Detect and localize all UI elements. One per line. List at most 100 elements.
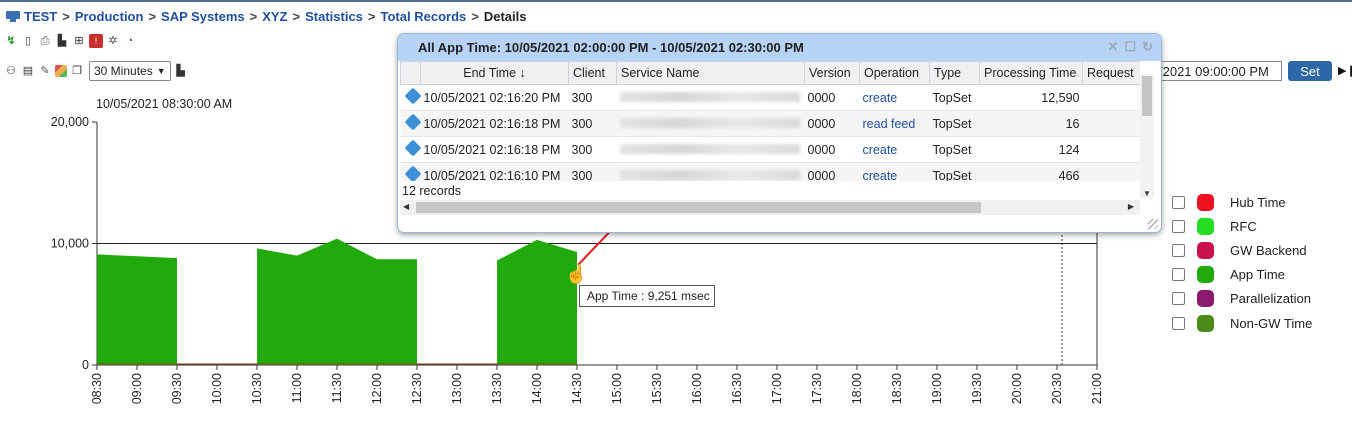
- legend-item-gw-backend[interactable]: GW Backend: [1172, 238, 1312, 262]
- x-tick-label: 10:00: [210, 373, 224, 404]
- column-header-end-time[interactable]: End Time ↓: [420, 61, 569, 85]
- table-row[interactable]: 10/05/2021 02:16:20 PM 300 0000 create T…: [400, 84, 1140, 111]
- cell-operation[interactable]: create: [859, 162, 930, 182]
- legend-label: Non-GW Time: [1230, 315, 1313, 331]
- legend-item-app-time[interactable]: App Time: [1172, 263, 1312, 287]
- column-header-operation[interactable]: Operation: [859, 61, 930, 85]
- legend-checkbox[interactable]: [1172, 195, 1185, 209]
- legend-item-non-gw-time[interactable]: Non-GW Time: [1172, 311, 1312, 335]
- x-tick-label: 20:00: [1010, 373, 1024, 404]
- legend-swatch: [1197, 314, 1214, 332]
- row-detail-icon[interactable]: [400, 162, 421, 181]
- app-time-area: [497, 239, 577, 365]
- x-tick-label: 21:00: [1090, 373, 1104, 404]
- cell-version: 0000: [804, 136, 860, 163]
- column-header-icon: [400, 61, 421, 85]
- cell-operation[interactable]: create: [859, 84, 930, 111]
- x-tick-label: 13:30: [490, 373, 504, 404]
- y-tick-label: 0: [82, 358, 89, 372]
- cell-version: 0000: [804, 162, 860, 181]
- scroll-right-icon[interactable]: ▶: [1128, 202, 1134, 211]
- legend-item-parallelization[interactable]: Parallelization: [1172, 287, 1312, 311]
- legend-label: RFC: [1230, 218, 1257, 234]
- horizontal-scrollbar[interactable]: ◀ ▶: [400, 200, 1140, 215]
- x-tick-label: 11:00: [290, 373, 304, 403]
- operation-link[interactable]: create: [863, 143, 898, 157]
- resize-grip-icon[interactable]: [1148, 219, 1158, 229]
- x-tick-label: 10:30: [250, 373, 264, 404]
- cell-type: TopSet: [929, 110, 980, 137]
- legend-checkbox[interactable]: [1172, 243, 1185, 257]
- legend-swatch: [1197, 266, 1214, 284]
- legend-checkbox[interactable]: [1172, 316, 1185, 330]
- record-count: 12 records: [402, 184, 462, 198]
- cell-service-name-redacted: [616, 136, 805, 163]
- chart-tooltip: App Time : 9,251 msec: [579, 285, 715, 307]
- cell-service-name-redacted: [616, 110, 805, 137]
- y-tick-label: 10,000: [51, 237, 89, 251]
- cell-operation[interactable]: read feed: [859, 110, 930, 137]
- horizontal-scroll-thumb[interactable]: [416, 202, 981, 213]
- popup-title: All App Time: 10/05/2021 02:00:00 PM - 1…: [418, 40, 804, 55]
- x-tick-label: 09:00: [130, 373, 144, 404]
- x-tick-label: 16:00: [690, 373, 704, 404]
- column-header-service-name[interactable]: Service Name: [616, 61, 805, 85]
- cell-type: TopSet: [929, 84, 980, 111]
- cell-request: 1: [1082, 136, 1140, 163]
- x-tick-label: 14:30: [570, 373, 584, 404]
- legend-swatch: [1197, 290, 1214, 308]
- x-tick-label: 14:00: [530, 373, 544, 404]
- cell-end-time: 10/05/2021 02:16:20 PM: [420, 84, 569, 111]
- vertical-scroll-thumb[interactable]: [1142, 76, 1152, 116]
- refresh-icon[interactable]: ↻: [1142, 40, 1153, 54]
- x-tick-label: 17:00: [770, 373, 784, 404]
- cell-client: 300: [568, 84, 617, 111]
- scroll-left-icon[interactable]: ◀: [403, 202, 409, 211]
- x-tick-label: 12:30: [410, 373, 424, 404]
- legend-checkbox[interactable]: [1172, 219, 1185, 233]
- cell-processing-time: 124: [979, 136, 1083, 163]
- popup-controls: ✕ ☐ ↻: [1108, 40, 1153, 54]
- cell-type: TopSet: [929, 162, 980, 181]
- cell-operation[interactable]: create: [859, 136, 930, 163]
- records-table: End Time ↓ Client Service Name Version O…: [400, 61, 1140, 181]
- vertical-scrollbar[interactable]: ▼: [1140, 74, 1154, 198]
- legend-label: Hub Time: [1230, 194, 1286, 210]
- column-header-processing-time[interactable]: Processing Time: [979, 61, 1083, 85]
- operation-link[interactable]: create: [863, 169, 898, 182]
- hand-cursor-icon: ☝: [565, 264, 588, 284]
- legend-item-rfc[interactable]: RFC: [1172, 214, 1312, 238]
- column-header-type[interactable]: Type: [929, 61, 980, 85]
- legend-checkbox[interactable]: [1172, 268, 1185, 282]
- close-icon[interactable]: ✕: [1108, 40, 1119, 54]
- x-tick-label: 09:30: [170, 373, 184, 404]
- x-tick-label: 17:30: [810, 373, 824, 404]
- table-row[interactable]: 10/05/2021 02:16:18 PM 300 0000 read fee…: [400, 110, 1140, 137]
- table-row[interactable]: 10/05/2021 02:16:10 PM 300 0000 create T…: [400, 162, 1140, 182]
- x-tick-label: 15:00: [610, 373, 624, 404]
- operation-link[interactable]: read feed: [863, 117, 916, 131]
- maximize-icon[interactable]: ☐: [1124, 40, 1136, 54]
- table-row[interactable]: 10/05/2021 02:16:18 PM 300 0000 create T…: [400, 136, 1140, 163]
- app-time-area: [257, 238, 417, 365]
- legend-label: Parallelization: [1230, 291, 1311, 307]
- legend-checkbox[interactable]: [1172, 292, 1185, 306]
- scroll-down-icon[interactable]: ▼: [1143, 189, 1151, 198]
- column-header-request[interactable]: Request: [1082, 61, 1140, 85]
- x-tick-label: 16:30: [730, 373, 744, 404]
- popup-header[interactable]: All App Time: 10/05/2021 02:00:00 PM - 1…: [398, 34, 1161, 61]
- app-time-area: [97, 254, 177, 365]
- legend-swatch: [1197, 217, 1214, 235]
- cell-client: 300: [568, 162, 617, 181]
- column-header-client[interactable]: Client: [568, 61, 617, 85]
- x-tick-label: 12:00: [370, 373, 384, 404]
- legend-label: App Time: [1230, 267, 1285, 283]
- legend-item-hub-time[interactable]: Hub Time: [1172, 190, 1312, 214]
- row-detail-icon[interactable]: [400, 110, 421, 137]
- legend-swatch: [1197, 193, 1214, 211]
- column-header-version[interactable]: Version: [804, 61, 860, 85]
- row-detail-icon[interactable]: [400, 84, 421, 111]
- operation-link[interactable]: create: [863, 91, 898, 105]
- row-detail-icon[interactable]: [400, 136, 421, 163]
- x-tick-label: 18:30: [890, 373, 904, 404]
